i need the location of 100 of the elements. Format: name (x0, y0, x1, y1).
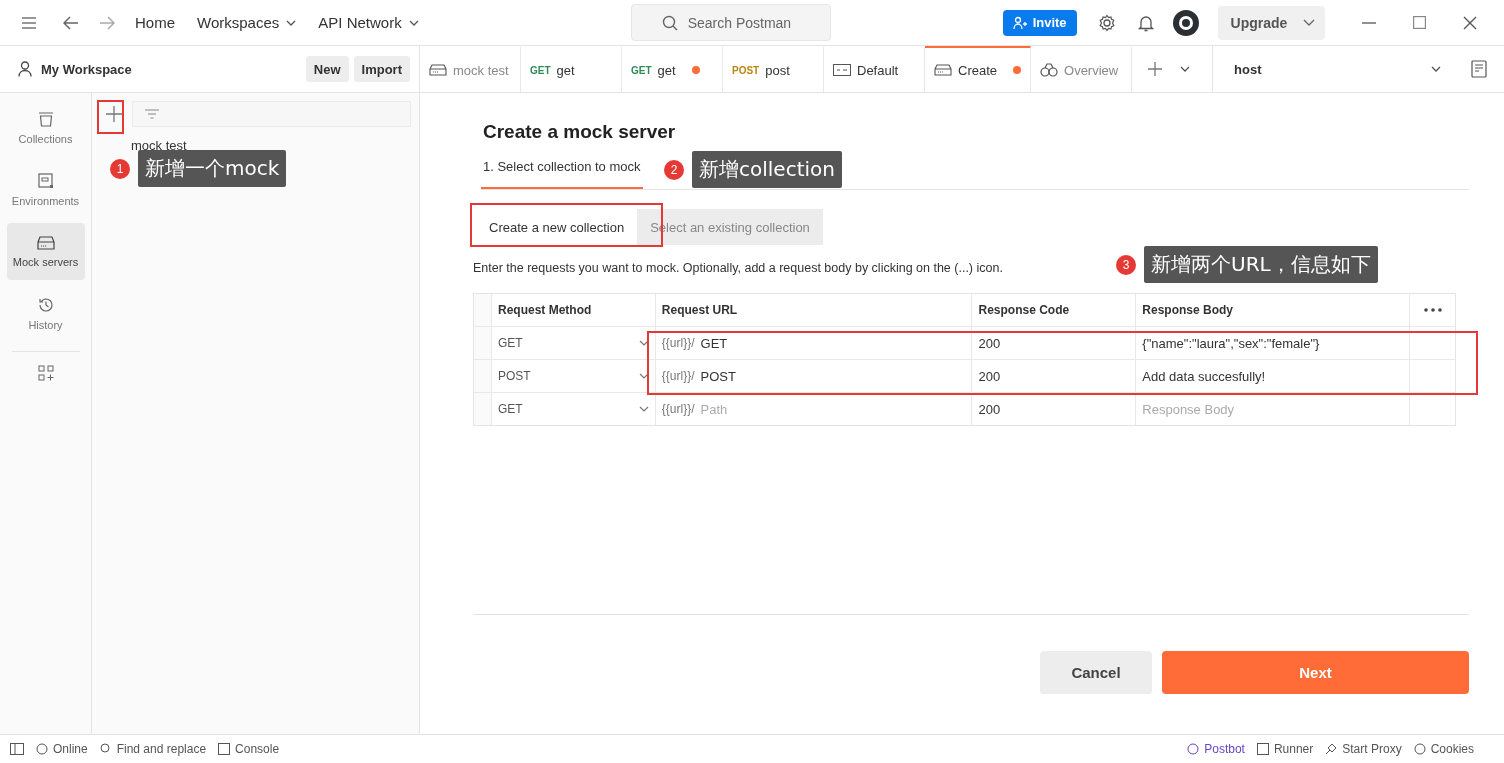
path-field[interactable]: POST (694, 368, 966, 384)
filter-icon (145, 109, 159, 119)
highlight-overlay (97, 100, 124, 134)
add-icon[interactable] (106, 106, 122, 122)
workspace-button[interactable]: Import (353, 56, 410, 82)
status-icon (1187, 743, 1200, 755)
sidebar-tab[interactable]: Mock servers (6, 223, 85, 280)
column-header: Response Code (972, 294, 1137, 326)
caret-icon (638, 373, 649, 379)
caret-icon (1302, 19, 1315, 26)
new-tab-icon[interactable] (1148, 62, 1163, 76)
page-title: Create a mock server (483, 121, 677, 143)
caret-icon (286, 20, 297, 26)
more-icon[interactable] (1423, 308, 1442, 312)
sidebar-tab-label: Environments (11, 194, 80, 207)
caret-icon (638, 406, 649, 412)
environment-quick-look-icon[interactable] (1471, 60, 1488, 78)
url-prefix: {{url}}/ (661, 402, 695, 416)
annotation-callout: 新增collection (692, 151, 842, 188)
binoculars-icon (1040, 63, 1059, 77)
caret-icon (638, 340, 649, 346)
tab-label: post (765, 62, 790, 78)
method-label: GET (530, 64, 551, 76)
configure-workbench-icon[interactable] (37, 365, 54, 381)
settings-icon[interactable] (1097, 13, 1116, 32)
status-icon (1325, 743, 1338, 755)
status-item[interactable]: Online (36, 742, 88, 756)
status-item[interactable]: Start Proxy (1325, 742, 1402, 756)
step-tab[interactable]: 1. Select collection to mock (481, 153, 643, 189)
response-body-field[interactable]: Response Body (1142, 401, 1403, 417)
status-icon (36, 743, 48, 755)
unsaved-dot (691, 66, 700, 74)
column-header: Response Body (1136, 294, 1410, 326)
caret-icon[interactable] (1180, 66, 1191, 72)
status-icon (99, 743, 112, 755)
method-value: POST (498, 369, 531, 383)
user-icon (18, 61, 32, 77)
search-bar[interactable]: Search Postman (630, 4, 831, 41)
method-dropdown[interactable]: GET (492, 393, 656, 425)
status-icon (1256, 743, 1269, 755)
sidebar-tab-label: Mock servers (12, 255, 79, 268)
back-arrow-icon[interactable] (63, 15, 79, 30)
sidebar-toggle-icon[interactable] (10, 743, 24, 755)
workspace-button[interactable]: New (305, 56, 349, 82)
notification-bell-icon[interactable] (1137, 13, 1154, 32)
method-label: GET (631, 64, 652, 76)
tab-label: Create (958, 62, 998, 78)
status-item[interactable]: Postbot (1187, 742, 1245, 756)
sidebar-tab[interactable]: History (6, 285, 85, 342)
nav-link[interactable]: Home (133, 10, 177, 35)
caret-icon (1431, 66, 1442, 72)
tab-label: get (556, 62, 575, 78)
close-icon[interactable] (1462, 15, 1477, 30)
status-item[interactable]: Find and replace (99, 742, 207, 756)
avatar-icon[interactable] (1172, 9, 1199, 36)
response-body-field[interactable]: {"name":"laura","sex":"female"} (1142, 335, 1403, 351)
tab-label: mock test (453, 62, 509, 78)
method-dropdown[interactable]: GET (492, 327, 656, 359)
maximize-icon[interactable] (1412, 16, 1426, 29)
invite-button[interactable]: Invite (1002, 9, 1077, 36)
menu-icon[interactable] (21, 16, 37, 29)
sidebar-tab[interactable]: Collections (6, 99, 85, 156)
minimize-icon[interactable] (1361, 21, 1376, 24)
server-icon (429, 64, 447, 76)
server-icon (934, 64, 952, 76)
method-label: POST (732, 64, 760, 76)
url-prefix: {{url}}/ (661, 336, 695, 350)
nav-link[interactable]: Workspaces (195, 10, 299, 35)
server-icon (36, 235, 55, 250)
status-item[interactable]: Runner (1256, 742, 1314, 756)
search-field[interactable]: Search Postman (685, 13, 800, 32)
tab[interactable]: Create (925, 46, 1032, 92)
environment-dropdown[interactable]: host (1212, 46, 1456, 92)
table-cell: 200 (972, 360, 1137, 392)
step-number-badge: 3 (1116, 254, 1136, 275)
path-field[interactable]: Path (694, 401, 966, 417)
instruction-text: Enter the requests you want to mock. Optionally, add a request body by clicking on the (...) icon. (473, 261, 1003, 275)
cancel-button[interactable]: Cancel (1040, 651, 1152, 694)
environment-name: host (1234, 61, 1262, 77)
filter-field[interactable] (132, 101, 411, 127)
status-item[interactable]: Console (218, 742, 280, 756)
column-header: Request URL (655, 294, 973, 326)
path-field[interactable]: GET (694, 335, 966, 351)
status-item[interactable]: Cookies (1413, 742, 1474, 756)
add-user-icon (1012, 15, 1027, 30)
search-icon (661, 14, 678, 31)
mock-server-item[interactable]: mock test (131, 138, 187, 153)
environment-icon (37, 172, 54, 189)
method-dropdown[interactable]: POST (492, 360, 656, 392)
tab-label: Default (857, 62, 899, 78)
workspace-name: My Workspace (41, 61, 133, 77)
status-icon (218, 743, 231, 755)
sidebar-tab[interactable]: Environments (6, 161, 85, 218)
trash-can-icon (37, 110, 54, 127)
url-prefix: {{url}}/ (661, 369, 695, 383)
response-body-field[interactable]: Add data succesfully! (1142, 368, 1403, 384)
tab-label: Overview (1064, 62, 1119, 78)
upgrade-button[interactable]: Upgrade (1217, 5, 1325, 40)
nav-link[interactable]: API Network (316, 10, 421, 35)
method-value: GET (498, 402, 523, 416)
